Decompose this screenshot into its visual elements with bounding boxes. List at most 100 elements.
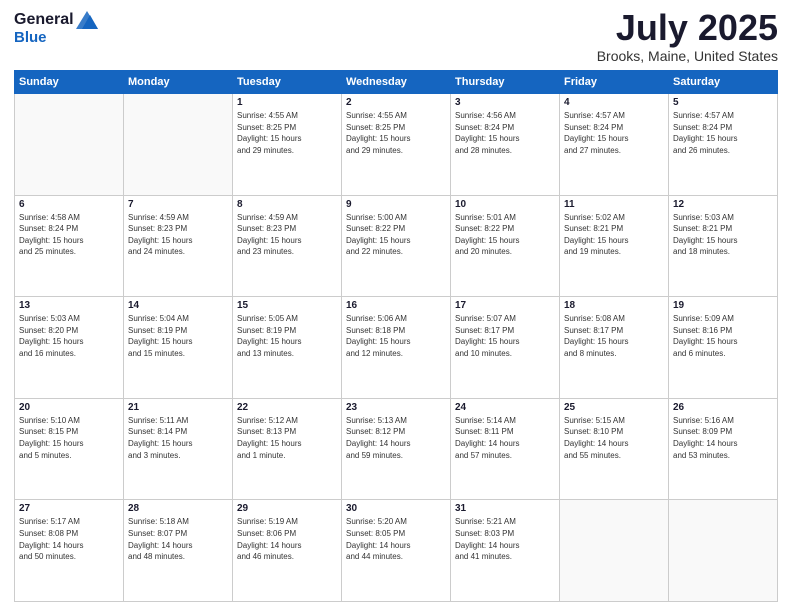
day-number: 28: [128, 503, 228, 514]
day-info: Sunrise: 5:04 AM Sunset: 8:19 PM Dayligh…: [128, 313, 228, 359]
day-number: 8: [237, 199, 337, 210]
logo-general: General: [14, 10, 74, 29]
calendar-cell: 11 Sunrise: 5:02 AM Sunset: 8:21 PM Dayli…: [560, 195, 669, 297]
calendar-cell: 8 Sunrise: 4:59 AM Sunset: 8:23 PM Daylig…: [233, 195, 342, 297]
calendar-cell: 6 Sunrise: 4:58 AM Sunset: 8:24 PM Daylig…: [15, 195, 124, 297]
calendar-cell: 19 Sunrise: 5:09 AM Sunset: 8:16 PM Dayli…: [669, 297, 778, 399]
day-number: 14: [128, 300, 228, 311]
month-title: July 2025: [597, 10, 778, 46]
calendar-cell: 17 Sunrise: 5:07 AM Sunset: 8:17 PM Dayli…: [451, 297, 560, 399]
calendar-cell: 2Sunrise: 4:55 AM Sunset: 8:25 PM Daylig…: [342, 94, 451, 196]
calendar-cell: 20 Sunrise: 5:10 AM Sunset: 8:15 PM Dayli…: [15, 398, 124, 500]
week-row-5: 27 Sunrise: 5:17 AM Sunset: 8:08 PM Dayli…: [15, 500, 778, 602]
week-row-3: 13 Sunrise: 5:03 AM Sunset: 8:20 PM Dayli…: [15, 297, 778, 399]
day-number: 4: [564, 97, 664, 108]
day-info: Sunrise: 5:11 AM Sunset: 8:14 PM Dayligh…: [128, 415, 228, 461]
calendar-cell: 13 Sunrise: 5:03 AM Sunset: 8:20 PM Dayli…: [15, 297, 124, 399]
calendar-cell: [560, 500, 669, 602]
day-number: 21: [128, 402, 228, 413]
calendar-cell: [124, 94, 233, 196]
day-number: 25: [564, 402, 664, 413]
day-info: Sunrise: 5:00 AM Sunset: 8:22 PM Dayligh…: [346, 212, 446, 258]
day-info: Sunrise: 4:56 AM Sunset: 8:24 PM Dayligh…: [455, 110, 555, 156]
calendar-cell: 10Sunrise: 5:01 AM Sunset: 8:22 PM Dayli…: [451, 195, 560, 297]
day-number: 18: [564, 300, 664, 311]
day-number: 5: [673, 97, 773, 108]
day-info: Sunrise: 5:16 AM Sunset: 8:09 PM Dayligh…: [673, 415, 773, 461]
weekday-saturday: Saturday: [669, 71, 778, 94]
weekday-friday: Friday: [560, 71, 669, 94]
day-info: Sunrise: 5:19 AM Sunset: 8:06 PM Dayligh…: [237, 516, 337, 562]
weekday-tuesday: Tuesday: [233, 71, 342, 94]
day-info: Sunrise: 5:03 AM Sunset: 8:20 PM Dayligh…: [19, 313, 119, 359]
day-number: 23: [346, 402, 446, 413]
day-number: 3: [455, 97, 555, 108]
calendar: SundayMondayTuesdayWednesdayThursdayFrid…: [14, 70, 778, 602]
day-number: 10: [455, 199, 555, 210]
day-info: Sunrise: 5:18 AM Sunset: 8:07 PM Dayligh…: [128, 516, 228, 562]
day-info: Sunrise: 5:05 AM Sunset: 8:19 PM Dayligh…: [237, 313, 337, 359]
weekday-monday: Monday: [124, 71, 233, 94]
day-number: 29: [237, 503, 337, 514]
calendar-cell: 21 Sunrise: 5:11 AM Sunset: 8:14 PM Dayli…: [124, 398, 233, 500]
day-info: Sunrise: 5:02 AM Sunset: 8:21 PM Dayligh…: [564, 212, 664, 258]
day-number: 26: [673, 402, 773, 413]
calendar-cell: 23Sunrise: 5:13 AM Sunset: 8:12 PM Dayli…: [342, 398, 451, 500]
calendar-cell: 25 Sunrise: 5:15 AM Sunset: 8:10 PM Dayli…: [560, 398, 669, 500]
day-number: 15: [237, 300, 337, 311]
calendar-cell: 18 Sunrise: 5:08 AM Sunset: 8:17 PM Dayli…: [560, 297, 669, 399]
day-info: Sunrise: 5:06 AM Sunset: 8:18 PM Dayligh…: [346, 313, 446, 359]
logo: General Blue: [14, 10, 98, 47]
day-number: 22: [237, 402, 337, 413]
day-number: 1: [237, 97, 337, 108]
day-info: Sunrise: 4:59 AM Sunset: 8:23 PM Dayligh…: [128, 212, 228, 258]
logo-icon: [76, 11, 98, 29]
calendar-cell: [15, 94, 124, 196]
calendar-cell: 16 Sunrise: 5:06 AM Sunset: 8:18 PM Dayli…: [342, 297, 451, 399]
day-info: Sunrise: 5:09 AM Sunset: 8:16 PM Dayligh…: [673, 313, 773, 359]
day-number: 27: [19, 503, 119, 514]
day-info: Sunrise: 4:57 AM Sunset: 8:24 PM Dayligh…: [564, 110, 664, 156]
day-info: Sunrise: 5:17 AM Sunset: 8:08 PM Dayligh…: [19, 516, 119, 562]
calendar-cell: 14 Sunrise: 5:04 AM Sunset: 8:19 PM Dayli…: [124, 297, 233, 399]
day-info: Sunrise: 5:07 AM Sunset: 8:17 PM Dayligh…: [455, 313, 555, 359]
week-row-4: 20 Sunrise: 5:10 AM Sunset: 8:15 PM Dayli…: [15, 398, 778, 500]
day-info: Sunrise: 5:10 AM Sunset: 8:15 PM Dayligh…: [19, 415, 119, 461]
day-info: Sunrise: 4:59 AM Sunset: 8:23 PM Dayligh…: [237, 212, 337, 258]
day-number: 16: [346, 300, 446, 311]
day-info: Sunrise: 5:12 AM Sunset: 8:13 PM Dayligh…: [237, 415, 337, 461]
day-number: 24: [455, 402, 555, 413]
day-number: 7: [128, 199, 228, 210]
day-info: Sunrise: 5:03 AM Sunset: 8:21 PM Dayligh…: [673, 212, 773, 258]
day-info: Sunrise: 5:15 AM Sunset: 8:10 PM Dayligh…: [564, 415, 664, 461]
calendar-cell: 15 Sunrise: 5:05 AM Sunset: 8:19 PM Dayli…: [233, 297, 342, 399]
calendar-cell: 4 Sunrise: 4:57 AM Sunset: 8:24 PM Daylig…: [560, 94, 669, 196]
weekday-header-row: SundayMondayTuesdayWednesdayThursdayFrid…: [15, 71, 778, 94]
day-info: Sunrise: 5:08 AM Sunset: 8:17 PM Dayligh…: [564, 313, 664, 359]
day-number: 11: [564, 199, 664, 210]
day-number: 19: [673, 300, 773, 311]
day-number: 6: [19, 199, 119, 210]
day-number: 31: [455, 503, 555, 514]
day-number: 13: [19, 300, 119, 311]
day-number: 17: [455, 300, 555, 311]
calendar-cell: 24Sunrise: 5:14 AM Sunset: 8:11 PM Dayli…: [451, 398, 560, 500]
page: General Blue July 2025 Brooks, Maine, Un…: [0, 0, 792, 612]
calendar-cell: 9Sunrise: 5:00 AM Sunset: 8:22 PM Daylig…: [342, 195, 451, 297]
calendar-cell: 27 Sunrise: 5:17 AM Sunset: 8:08 PM Dayli…: [15, 500, 124, 602]
header: General Blue July 2025 Brooks, Maine, Un…: [14, 10, 778, 64]
calendar-cell: 29 Sunrise: 5:19 AM Sunset: 8:06 PM Dayli…: [233, 500, 342, 602]
day-info: Sunrise: 4:55 AM Sunset: 8:25 PM Dayligh…: [237, 110, 337, 156]
title-block: July 2025 Brooks, Maine, United States: [597, 10, 778, 64]
day-info: Sunrise: 4:58 AM Sunset: 8:24 PM Dayligh…: [19, 212, 119, 258]
day-number: 30: [346, 503, 446, 514]
week-row-1: 1 Sunrise: 4:55 AM Sunset: 8:25 PM Daylig…: [15, 94, 778, 196]
calendar-cell: [669, 500, 778, 602]
day-number: 20: [19, 402, 119, 413]
day-number: 12: [673, 199, 773, 210]
day-info: Sunrise: 4:55 AM Sunset: 8:25 PM Dayligh…: [346, 110, 446, 156]
weekday-sunday: Sunday: [15, 71, 124, 94]
calendar-cell: 26 Sunrise: 5:16 AM Sunset: 8:09 PM Dayli…: [669, 398, 778, 500]
calendar-cell: 31Sunrise: 5:21 AM Sunset: 8:03 PM Dayli…: [451, 500, 560, 602]
weekday-thursday: Thursday: [451, 71, 560, 94]
